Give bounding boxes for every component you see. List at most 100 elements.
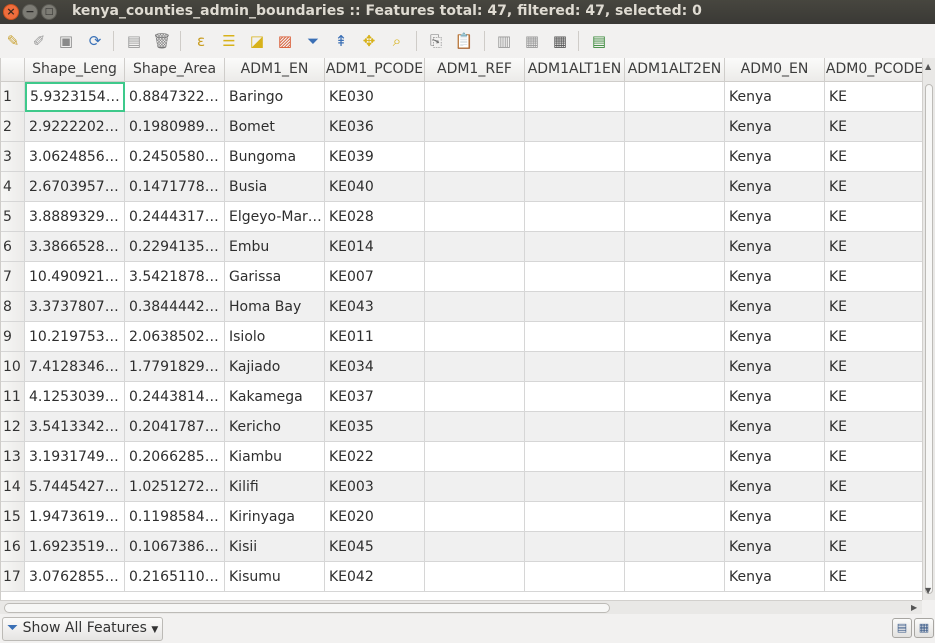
- table-cell[interactable]: [525, 112, 625, 142]
- table-cell[interactable]: 1.6923519…: [25, 532, 125, 562]
- conditional-formatting-icon[interactable]: ▤: [588, 30, 610, 52]
- table-cell[interactable]: 2.0638502…: [125, 322, 225, 352]
- table-row[interactable]: 12 3.5413342… 0.2041787… Kericho KE035 Kenya K…: [1, 412, 922, 442]
- table-row[interactable]: 14 5.7445427… 1.0251272… Kilifi KE003 Kenya KE: [1, 472, 922, 502]
- filter-selection-icon[interactable]: ⏷: [302, 30, 324, 52]
- table-cell[interactable]: 3.0624856…: [25, 142, 125, 172]
- column-header[interactable]: ADM1ALT2EN: [625, 58, 725, 82]
- table-cell[interactable]: [425, 292, 525, 322]
- table-row[interactable]: 16 1.6923519… 0.1067386… Kisii KE045 Kenya KE: [1, 532, 922, 562]
- table-cell[interactable]: KE040: [325, 172, 425, 202]
- table-cell[interactable]: [525, 202, 625, 232]
- table-cell[interactable]: Kilifi: [225, 472, 325, 502]
- table-cell[interactable]: Kirinyaga: [225, 502, 325, 532]
- horizontal-scrollbar[interactable]: ▶: [0, 600, 922, 614]
- row-number[interactable]: 1: [1, 82, 25, 112]
- table-cell[interactable]: [525, 412, 625, 442]
- table-cell[interactable]: KE020: [325, 502, 425, 532]
- table-cell[interactable]: Bungoma: [225, 142, 325, 172]
- table-cell[interactable]: [625, 412, 725, 442]
- table-cell[interactable]: KE: [825, 352, 922, 382]
- table-cell[interactable]: Kajiado: [225, 352, 325, 382]
- table-cell[interactable]: [625, 382, 725, 412]
- table-cell[interactable]: Kenya: [725, 352, 825, 382]
- show-all-features-dropdown[interactable]: ⏷ Show All Features ▼: [2, 617, 164, 641]
- table-cell[interactable]: [425, 262, 525, 292]
- table-cell[interactable]: 0.2041787…: [125, 412, 225, 442]
- select-all-icon[interactable]: ☰: [218, 30, 240, 52]
- table-cell[interactable]: 0.8847322…: [125, 82, 225, 112]
- row-number[interactable]: 16: [1, 532, 25, 562]
- table-cell[interactable]: KE003: [325, 472, 425, 502]
- row-number[interactable]: 9: [1, 322, 25, 352]
- table-cell[interactable]: [525, 442, 625, 472]
- row-number[interactable]: 6: [1, 232, 25, 262]
- table-cell[interactable]: 0.2165110…: [125, 562, 225, 592]
- table-cell[interactable]: [425, 352, 525, 382]
- table-cell[interactable]: 0.2444317…: [125, 202, 225, 232]
- delete-field-icon[interactable]: ▦: [521, 30, 543, 52]
- row-number[interactable]: 3: [1, 142, 25, 172]
- column-header[interactable]: ADM0_PCODE: [825, 58, 922, 82]
- table-cell[interactable]: [425, 412, 525, 442]
- table-row[interactable]: 5 3.8889329… 0.2444317… Elgeyo-Mar… KE028 Ken…: [1, 202, 922, 232]
- move-selection-to-top-icon[interactable]: ⇞: [330, 30, 352, 52]
- table-cell[interactable]: KE: [825, 562, 922, 592]
- table-cell[interactable]: [625, 532, 725, 562]
- table-cell[interactable]: Kiambu: [225, 442, 325, 472]
- horizontal-scroll-thumb[interactable]: [4, 603, 610, 613]
- table-cell[interactable]: KE037: [325, 382, 425, 412]
- table-row[interactable]: 11 4.1253039… 0.2443814… Kakamega KE037 Kenya…: [1, 382, 922, 412]
- table-row[interactable]: 17 3.0762855… 0.2165110… Kisumu KE042 Kenya KE: [1, 562, 922, 592]
- table-cell[interactable]: 3.8889329…: [25, 202, 125, 232]
- table-cell[interactable]: 0.3844442…: [125, 292, 225, 322]
- scroll-up-icon[interactable]: ▲: [925, 62, 931, 71]
- deselect-all-icon[interactable]: ▨: [274, 30, 296, 52]
- table-cell[interactable]: Kenya: [725, 82, 825, 112]
- table-cell[interactable]: [625, 322, 725, 352]
- minimize-window-button[interactable]: −: [22, 4, 38, 20]
- row-number[interactable]: 7: [1, 262, 25, 292]
- table-cell[interactable]: Kenya: [725, 202, 825, 232]
- table-cell[interactable]: 1.9473619…: [25, 502, 125, 532]
- table-cell[interactable]: [625, 172, 725, 202]
- table-cell[interactable]: [425, 112, 525, 142]
- table-cell[interactable]: KE: [825, 532, 922, 562]
- table-cell[interactable]: Kenya: [725, 232, 825, 262]
- column-header[interactable]: ADM1_EN: [225, 58, 325, 82]
- table-cell[interactable]: [625, 82, 725, 112]
- table-cell[interactable]: Embu: [225, 232, 325, 262]
- table-cell[interactable]: Bomet: [225, 112, 325, 142]
- table-cell[interactable]: KE011: [325, 322, 425, 352]
- row-number[interactable]: 17: [1, 562, 25, 592]
- table-cell[interactable]: KE035: [325, 412, 425, 442]
- table-cell[interactable]: KE: [825, 502, 922, 532]
- table-cell[interactable]: [525, 142, 625, 172]
- vertical-scrollbar[interactable]: ▲ ▼: [922, 58, 935, 600]
- table-row[interactable]: 2 2.9222202… 0.1980989… Bomet KE036 Kenya KE: [1, 112, 922, 142]
- table-cell[interactable]: KE: [825, 322, 922, 352]
- table-cell[interactable]: 0.2066285…: [125, 442, 225, 472]
- table-cell[interactable]: KE043: [325, 292, 425, 322]
- column-header[interactable]: ADM1_PCODE: [325, 58, 425, 82]
- table-cell[interactable]: KE: [825, 82, 922, 112]
- table-cell[interactable]: KE: [825, 292, 922, 322]
- table-cell[interactable]: KE: [825, 142, 922, 172]
- table-cell[interactable]: Kenya: [725, 382, 825, 412]
- row-number[interactable]: 12: [1, 412, 25, 442]
- table-cell[interactable]: [525, 262, 625, 292]
- table-cell[interactable]: 0.1198584…: [125, 502, 225, 532]
- table-cell[interactable]: Kenya: [725, 292, 825, 322]
- table-cell[interactable]: [525, 232, 625, 262]
- table-cell[interactable]: [425, 382, 525, 412]
- table-cell[interactable]: 1.7791829…: [125, 352, 225, 382]
- table-cell[interactable]: KE039: [325, 142, 425, 172]
- close-window-button[interactable]: ×: [3, 4, 19, 20]
- table-cell[interactable]: Kenya: [725, 412, 825, 442]
- save-icon[interactable]: ▣: [55, 30, 77, 52]
- table-row[interactable]: 6 3.3866528… 0.2294135… Embu KE014 Kenya KE: [1, 232, 922, 262]
- table-cell[interactable]: Kenya: [725, 442, 825, 472]
- table-cell[interactable]: Kakamega: [225, 382, 325, 412]
- table-row[interactable]: 3 3.0624856… 0.2450580… Bungoma KE039 Kenya KE: [1, 142, 922, 172]
- vertical-scroll-thumb[interactable]: [925, 84, 933, 594]
